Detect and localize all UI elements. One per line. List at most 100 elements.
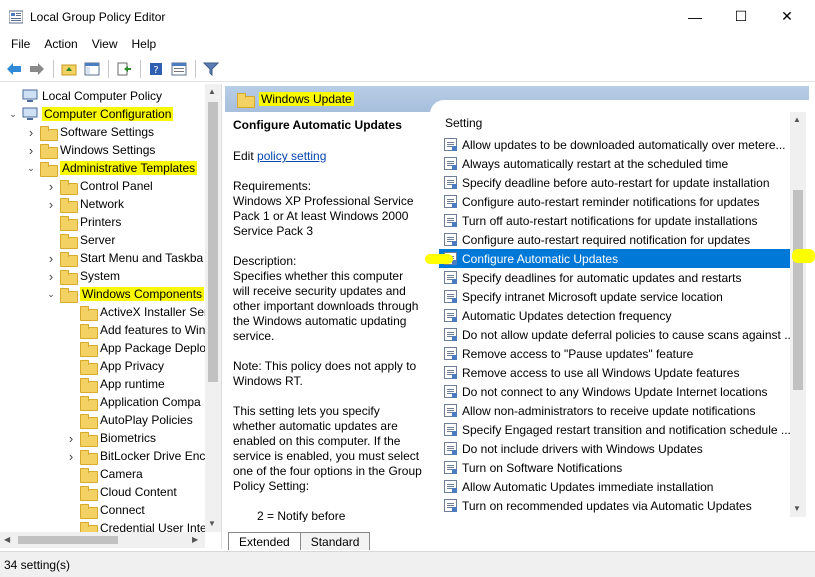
tree-item-label: Administrative Templates — [60, 161, 198, 175]
policy-setting-row[interactable]: Turn on recommended updates via Automati… — [439, 496, 805, 515]
filter-button[interactable] — [200, 58, 222, 80]
scroll-down-icon[interactable]: ▼ — [208, 519, 216, 528]
tree-item[interactable]: › Windows Settings — [26, 141, 155, 159]
scrollbar-thumb[interactable] — [208, 102, 218, 382]
up-folder-icon — [61, 64, 77, 75]
policy-setting-name: Configure auto-restart reminder notifica… — [462, 194, 760, 209]
tree-item[interactable]: › Biometrics — [66, 429, 156, 447]
show-hide-tree-button[interactable] — [81, 58, 103, 80]
collapsed-chevron-icon[interactable]: › — [46, 251, 56, 266]
tree-item[interactable]: App Privacy — [66, 357, 164, 375]
no-chevron-spacer — [66, 487, 76, 497]
policy-setting-name: Automatic Updates detection frequency — [462, 308, 672, 323]
tree-item[interactable]: Cloud Content — [66, 483, 177, 501]
tree-item[interactable]: Camera — [66, 465, 143, 483]
minimize-button[interactable]: — — [672, 0, 718, 33]
collapsed-chevron-icon[interactable]: › — [46, 179, 56, 194]
tree-item[interactable]: › BitLocker Drive Enc — [66, 447, 205, 465]
tree-item[interactable]: ActiveX Installer Ser — [66, 303, 208, 321]
maximize-button[interactable]: ☐ — [718, 0, 764, 33]
menu-file[interactable]: File — [4, 37, 37, 51]
tree-item-label: App Package Deplo — [100, 341, 207, 355]
policy-setting-row[interactable]: Allow Automatic Updates immediate instal… — [439, 477, 805, 496]
policy-setting-row[interactable]: Configure auto-restart reminder notifica… — [439, 192, 805, 211]
toolbar: ? — [0, 56, 815, 82]
tree-item[interactable]: Local Computer Policy — [8, 87, 162, 105]
policy-setting-row[interactable]: Specify deadlines for automatic updates … — [439, 268, 805, 287]
tree-item[interactable]: › System — [46, 267, 120, 285]
scroll-left-icon[interactable]: ◀ — [4, 535, 10, 544]
tree-item[interactable]: App Package Deplo — [66, 339, 206, 357]
scroll-up-icon[interactable]: ▲ — [793, 115, 801, 124]
tree-item[interactable]: ⌄ Administrative Templates — [26, 159, 198, 177]
tree-item[interactable]: › Start Menu and Taskba — [46, 249, 203, 267]
policy-setting-row[interactable]: Allow non-administrators to receive upda… — [439, 401, 805, 420]
folder-icon — [80, 413, 98, 429]
policy-setting-row[interactable]: Do not include drivers with Windows Upda… — [439, 439, 805, 458]
tree-vertical-scrollbar[interactable]: ▲ ▼ — [205, 84, 221, 532]
expanded-chevron-icon[interactable]: ⌄ — [8, 109, 18, 119]
policy-setting-row[interactable]: Specify Engaged restart transition and n… — [439, 420, 805, 439]
policy-setting-name: Remove access to "Pause updates" feature — [462, 346, 694, 361]
collapsed-chevron-icon[interactable]: › — [46, 269, 56, 284]
policy-setting-row[interactable]: Remove access to use all Windows Update … — [439, 363, 805, 382]
tab-standard[interactable]: Standard — [299, 532, 371, 550]
export-list-button[interactable] — [113, 58, 135, 80]
expanded-chevron-icon[interactable]: ⌄ — [46, 289, 56, 299]
column-header-setting[interactable]: Setting — [439, 112, 799, 134]
policy-setting-row[interactable]: Configure Automatic Updates — [439, 249, 805, 268]
collapsed-chevron-icon[interactable]: › — [46, 197, 56, 212]
tree-item[interactable]: AutoPlay Policies — [66, 411, 193, 429]
collapsed-chevron-icon[interactable]: › — [26, 143, 36, 158]
policy-setting-row[interactable]: Turn off auto-restart notifications for … — [439, 211, 805, 230]
policy-setting-row[interactable]: Specify intranet Microsoft update servic… — [439, 287, 805, 306]
settings-list-scrollbar[interactable]: ▲ ▼ — [790, 112, 806, 517]
tree-item[interactable]: Printers — [46, 213, 121, 231]
extended-description: Configure Automatic Updates Edit policy … — [233, 118, 423, 522]
policy-setting-row[interactable]: Specify deadline before auto-restart for… — [439, 173, 805, 192]
collapsed-chevron-icon[interactable]: › — [26, 125, 36, 140]
tree-item[interactable]: Application Compa — [66, 393, 201, 411]
policy-setting-row[interactable]: Remove access to "Pause updates" feature — [439, 344, 805, 363]
tree-item[interactable]: ⌄ Windows Components — [46, 285, 205, 303]
close-button[interactable]: ✕ — [764, 0, 810, 33]
policy-setting-row[interactable]: Automatic Updates detection frequency — [439, 306, 805, 325]
forward-button[interactable] — [26, 58, 48, 80]
collapsed-chevron-icon[interactable]: › — [66, 431, 76, 446]
policy-setting-row[interactable]: Allow updates to be downloaded automatic… — [439, 135, 805, 154]
policy-setting-row[interactable]: Always automatically restart at the sche… — [439, 154, 805, 173]
policy-setting-row[interactable]: Do not connect to any Windows Update Int… — [439, 382, 805, 401]
policy-setting-row[interactable]: Turn on Software Notifications — [439, 458, 805, 477]
expanded-chevron-icon[interactable]: ⌄ — [26, 163, 36, 173]
tab-extended[interactable]: Extended — [228, 532, 301, 550]
tree-item[interactable]: › Control Panel — [46, 177, 153, 195]
help-button[interactable]: ? — [145, 58, 167, 80]
menu-view[interactable]: View — [85, 37, 125, 51]
tree-item-label: Start Menu and Taskba — [80, 251, 204, 265]
properties-button[interactable] — [168, 58, 190, 80]
scrollbar-thumb[interactable] — [18, 536, 118, 544]
policy-setting-row[interactable]: Do not allow update deferral policies to… — [439, 325, 805, 344]
policy-setting-row[interactable]: Configure auto-restart required notifica… — [439, 230, 805, 249]
scroll-down-icon[interactable]: ▼ — [793, 504, 801, 513]
menu-help[interactable]: Help — [125, 37, 164, 51]
menu-action[interactable]: Action — [37, 37, 84, 51]
folder-icon — [80, 467, 98, 483]
no-chevron-spacer — [66, 343, 76, 353]
tree-item[interactable]: ⌄ Computer Configuration — [8, 105, 174, 123]
scroll-right-icon[interactable]: ▶ — [192, 535, 198, 544]
up-folder-button[interactable] — [58, 58, 80, 80]
collapsed-chevron-icon[interactable]: › — [66, 449, 76, 464]
tree-item-label: Connect — [100, 503, 145, 517]
tree-horizontal-scrollbar[interactable]: ◀ ▶ — [0, 532, 205, 548]
tree-item[interactable]: Add features to Win — [66, 321, 205, 339]
back-button[interactable] — [3, 58, 25, 80]
policy-setting-link[interactable]: policy setting — [257, 149, 326, 163]
scroll-up-icon[interactable]: ▲ — [208, 87, 216, 96]
tree-item[interactable]: Server — [46, 231, 115, 249]
tree-item[interactable]: Connect — [66, 501, 145, 519]
tree-item[interactable]: App runtime — [66, 375, 165, 393]
tree-item[interactable]: › Network — [46, 195, 124, 213]
scrollbar-thumb[interactable] — [793, 190, 803, 390]
tree-item[interactable]: › Software Settings — [26, 123, 154, 141]
